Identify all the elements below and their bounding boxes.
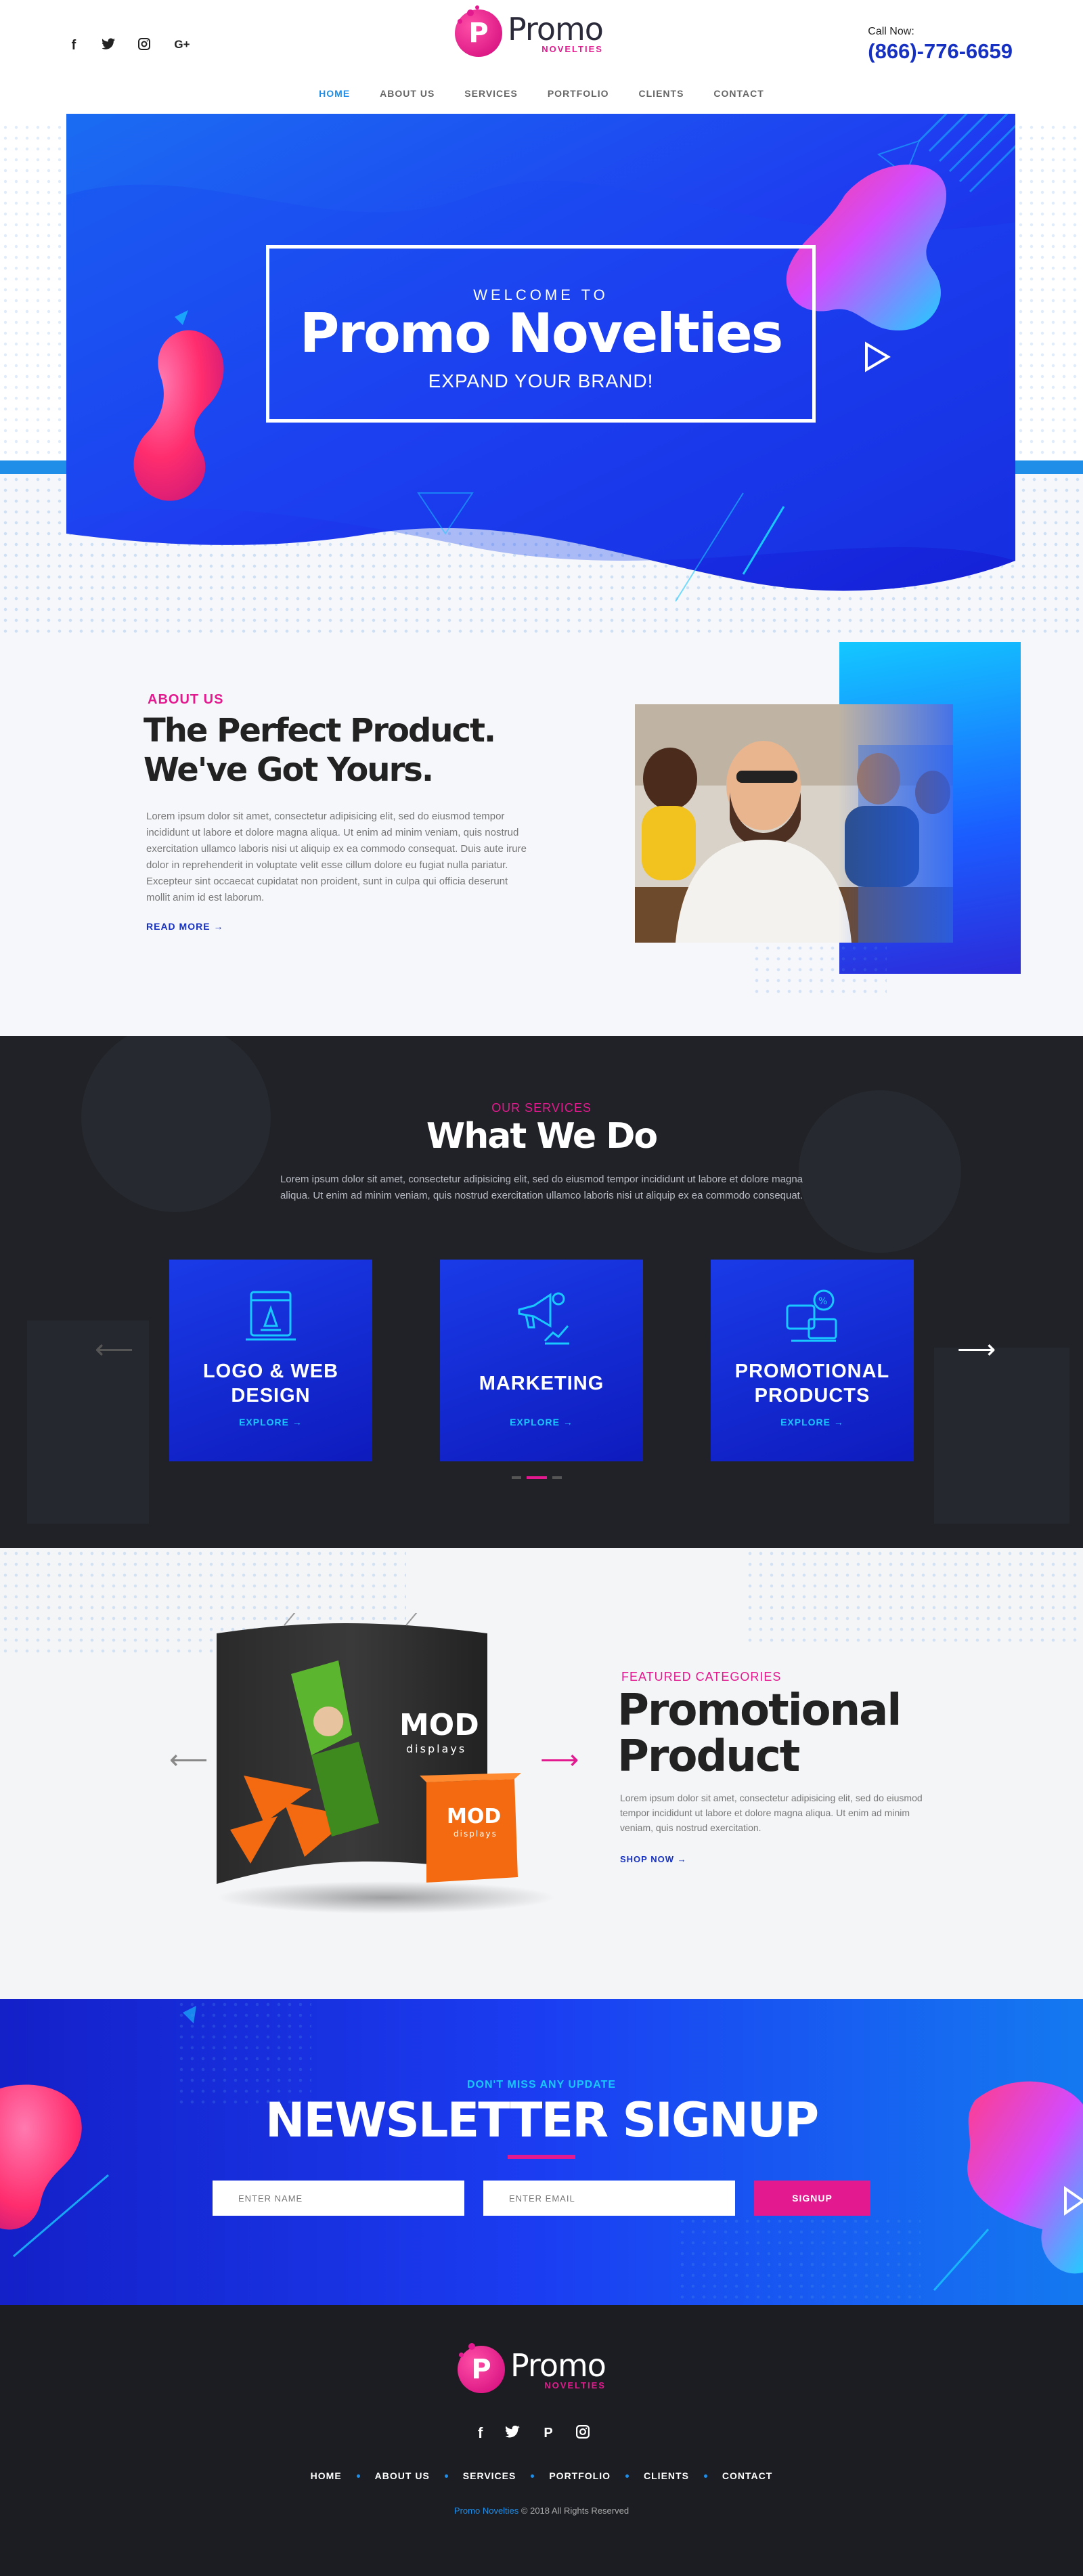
promo-products-icon: % [711, 1285, 914, 1346]
copyright-brand-link[interactable]: Promo Novelties [454, 2506, 518, 2516]
nav-about-us[interactable]: ABOUT US [380, 88, 435, 99]
explore-link[interactable]: EXPLORE → [440, 1417, 643, 1427]
site-footer: P Promo NOVELTIES f P HOME ABOUT US SERV… [0, 2305, 1083, 2576]
newsletter-section: DON'T MISS ANY UPDATE NEWSLETTER SIGNUP … [0, 1999, 1083, 2305]
copyright: Promo Novelties © 2018 All Rights Reserv… [454, 2506, 629, 2516]
email-input[interactable]: ENTER EMAIL [483, 2181, 735, 2216]
about-body: Lorem ipsum dolor sit amet, consectetur … [146, 811, 527, 903]
newsletter-heading: NEWSLETTER SIGNUP [265, 2092, 819, 2148]
site-logo[interactable]: P Promo NOVELTIES [455, 5, 604, 57]
nav-contact[interactable]: CONTACT [713, 88, 764, 99]
footer-nav-home[interactable]: HOME [311, 2470, 342, 2481]
explore-link[interactable]: EXPLORE → [711, 1417, 914, 1427]
nav-clients[interactable]: CLIENTS [639, 88, 684, 99]
play-video-button[interactable] [858, 334, 896, 372]
call-now-label: Call Now: [868, 26, 914, 37]
service-card-promo-products[interactable]: % PROMOTIONAL PRODUCTS EXPLORE → [711, 1260, 914, 1461]
main-nav: HOME ABOUT US SERVICES PORTFOLIO CLIENTS… [0, 88, 1083, 99]
footer-nav-services[interactable]: SERVICES [463, 2470, 516, 2481]
shop-now-link[interactable]: SHOP NOW → [620, 1854, 687, 1864]
svg-text:MOD: MOD [447, 1805, 501, 1828]
header-social-links: f G+ [66, 38, 192, 54]
carousel-dot[interactable] [512, 1476, 521, 1479]
carousel-dot[interactable] [552, 1476, 562, 1479]
footer-social-links: f P [478, 2424, 590, 2442]
about-team-photo [635, 704, 953, 943]
nav-home[interactable]: HOME [319, 88, 350, 99]
footer-nav-clients[interactable]: CLIENTS [644, 2470, 689, 2481]
pinterest-icon[interactable]: P [544, 2426, 552, 2441]
signup-button[interactable]: SIGNUP [754, 2181, 870, 2216]
featured-body: Lorem ipsum dolor sit amet, consectetur … [620, 1793, 923, 1833]
carousel-dot-active[interactable] [527, 1476, 547, 1479]
facebook-icon[interactable]: f [478, 2424, 483, 2442]
about-heading: The Perfect Product. We've Got Yours. [143, 712, 496, 789]
service-card-title: LOGO & WEB DESIGN [202, 1360, 339, 1407]
carousel-prev-arrow-icon[interactable]: ⟵ [95, 1334, 133, 1365]
google-plus-icon[interactable]: G+ [172, 38, 192, 54]
name-input[interactable]: ENTER NAME [213, 2181, 464, 2216]
web-design-icon [169, 1285, 372, 1346]
nav-portfolio[interactable]: PORTFOLIO [548, 88, 609, 99]
footer-nav-about-us[interactable]: ABOUT US [375, 2470, 430, 2481]
footer-logo[interactable]: P Promo NOVELTIES [458, 2343, 606, 2393]
logo-mark-icon: P [458, 2346, 505, 2393]
footer-logo-name: Promo [510, 2346, 606, 2384]
service-card-title: MARKETING [479, 1373, 604, 1394]
footer-nav: HOME ABOUT US SERVICES PORTFOLIO CLIENTS… [0, 2470, 1083, 2481]
service-card-logo-web[interactable]: LOGO & WEB DESIGN EXPLORE → [169, 1260, 372, 1461]
hero-title-box: WELCOME TO Promo Novelties EXPAND YOUR B… [266, 245, 816, 423]
facebook-icon[interactable]: f [66, 38, 81, 54]
svg-text:%: % [818, 1296, 827, 1307]
hero-title: Promo Novelties [299, 302, 784, 365]
services-heading: What We Do [426, 1116, 658, 1157]
logo-mark-icon: P [455, 9, 502, 57]
mod-display-product-image: MOD displays MOD displays [203, 1608, 569, 1918]
dot-pattern-right [1015, 122, 1083, 460]
featured-section: ⟵ ⟶ MOD displays MOD displays FEATURED C… [0, 1548, 1083, 1999]
mod-sub-text: displays [406, 1742, 466, 1755]
service-card-title: PROMOTIONAL PRODUCTS [734, 1360, 890, 1407]
dot-pattern-left [0, 122, 66, 460]
featured-heading: Promotional Product [617, 1686, 902, 1782]
carousel-dots [512, 1476, 562, 1479]
services-section: OUR SERVICES What We Do Lorem ipsum dolo… [0, 1036, 1083, 1548]
footer-nav-portfolio[interactable]: PORTFOLIO [549, 2470, 611, 2481]
service-card-marketing[interactable]: MARKETING EXPLORE → [440, 1260, 643, 1461]
twitter-icon[interactable] [505, 2425, 521, 2441]
hero-banner: WELCOME TO Promo Novelties EXPAND YOUR B… [66, 114, 1015, 608]
nav-services[interactable]: SERVICES [464, 88, 518, 99]
mod-brand-text: MOD [399, 1708, 479, 1742]
instagram-icon[interactable] [137, 38, 152, 54]
newsletter-eyebrow: DON'T MISS ANY UPDATE [466, 2079, 617, 2090]
svg-text:displays: displays [454, 1829, 498, 1839]
services-eyebrow: OUR SERVICES [491, 1101, 592, 1115]
explore-link[interactable]: EXPLORE → [169, 1417, 372, 1427]
call-now: Call Now: (866)-776-6659 [868, 26, 1013, 64]
featured-eyebrow: FEATURED CATEGORIES [621, 1670, 782, 1683]
site-header: f G+ P Promo NOVELTIES Call Now: (866)-7… [0, 0, 1083, 115]
megaphone-icon [440, 1285, 643, 1346]
read-more-link[interactable]: READ MORE → [146, 921, 223, 932]
about-eyebrow: ABOUT US [148, 692, 224, 707]
twitter-icon[interactable] [101, 38, 116, 54]
featured-prev-arrow-icon[interactable]: ⟵ [169, 1744, 208, 1776]
footer-nav-contact[interactable]: CONTACT [722, 2470, 772, 2481]
hero-subtitle: EXPAND YOUR BRAND! [428, 370, 654, 391]
carousel-next-arrow-icon[interactable]: ⟶ [957, 1334, 996, 1365]
newsletter-underline [508, 2155, 575, 2159]
instagram-icon[interactable] [575, 2424, 590, 2442]
logo-name: Promo [508, 10, 604, 47]
phone-number[interactable]: (866)-776-6659 [868, 39, 1013, 64]
services-body: Lorem ipsum dolor sit amet, consectetur … [280, 1174, 803, 1201]
